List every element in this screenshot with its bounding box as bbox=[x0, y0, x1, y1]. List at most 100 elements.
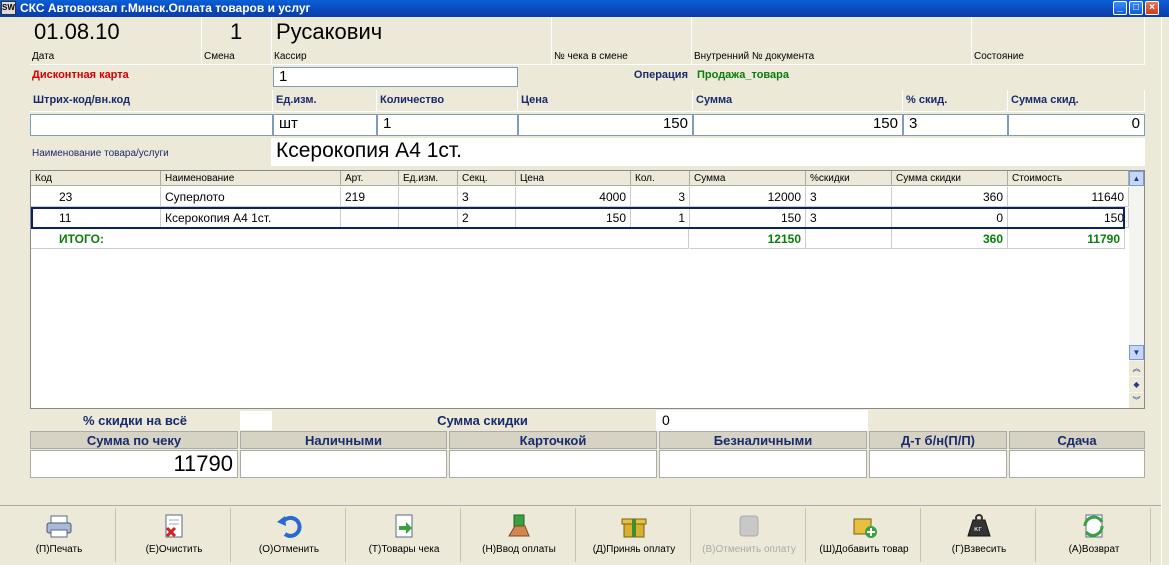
product-name-input[interactable]: Ксерокопия А4 1ст. bbox=[271, 138, 1145, 166]
toolbar-button-1[interactable]: (Е)Очистить bbox=[117, 508, 231, 562]
toolbar-button-6[interactable]: (В)Отменить оплату bbox=[692, 508, 806, 562]
grid-cell[interactable]: 360 bbox=[892, 187, 1008, 207]
grid-cell[interactable]: 3 bbox=[631, 187, 690, 207]
receipt-sum-value: 11790 bbox=[30, 450, 238, 478]
window-edge bbox=[1161, 17, 1169, 565]
dt-label: Д-т б/н(П/П) bbox=[869, 431, 1007, 449]
shift-label: Смена bbox=[204, 51, 235, 62]
grid-scrollbar[interactable]: ▲ ▼ ︽ ◆ ︾ bbox=[1129, 171, 1144, 408]
toolbar-button-label: (А)Возврат bbox=[1068, 544, 1120, 555]
grid-cell[interactable] bbox=[399, 208, 458, 228]
toolbar-button-8[interactable]: кг (Г)Взвесить bbox=[922, 508, 1036, 562]
toolbar-button-7[interactable]: (Ш)Добавить товар bbox=[807, 508, 921, 562]
title-bar[interactable]: SW СКС Автовокзал г.Минск.Оплата товаров… bbox=[0, 0, 1169, 17]
grid-header-5[interactable]: Цена bbox=[516, 171, 631, 186]
grid-cell[interactable]: 2 bbox=[458, 208, 516, 228]
toolbar-button-9[interactable]: (А)Возврат bbox=[1037, 508, 1151, 562]
discount-pct-input[interactable]: 3 bbox=[903, 114, 1008, 136]
scroll-down-icon[interactable]: ▼ bbox=[1129, 345, 1144, 360]
receipt-no-label: № чека в смене bbox=[554, 51, 628, 62]
last-record-icon[interactable]: ︾ bbox=[1129, 393, 1144, 408]
grid-cell[interactable]: 219 bbox=[341, 187, 399, 207]
date-cell: 01.08.10 Дата bbox=[30, 17, 202, 65]
shift-value: 1 bbox=[230, 19, 243, 44]
cashier-cell: Русакович Кассир bbox=[272, 17, 552, 65]
cashless-input[interactable] bbox=[659, 450, 867, 478]
discount-sum-input[interactable]: 0 bbox=[1008, 114, 1145, 136]
toolbar-button-2[interactable]: (О)Отменить bbox=[232, 508, 346, 562]
clear-document-icon bbox=[160, 512, 188, 540]
receipt-items-icon bbox=[390, 512, 418, 540]
current-record-icon[interactable]: ◆ bbox=[1129, 377, 1144, 392]
grid-cell[interactable]: 0 bbox=[892, 208, 1008, 228]
grid-header-1[interactable]: Наименование bbox=[161, 171, 341, 186]
total-empty-cell bbox=[806, 229, 892, 249]
grid-header-6[interactable]: Кол. bbox=[631, 171, 690, 186]
toolbar-button-label: (О)Отменить bbox=[258, 544, 320, 555]
grid-header-4[interactable]: Секц. bbox=[458, 171, 516, 186]
price-input[interactable]: 150 bbox=[518, 114, 693, 136]
sum-input[interactable]: 150 bbox=[693, 114, 903, 136]
internal-doc-label: Внутренний № документа bbox=[694, 51, 815, 62]
toolbar-button-0[interactable]: (П)Печать bbox=[2, 508, 116, 562]
grid-cell[interactable]: 3 bbox=[806, 208, 892, 228]
grid-cell[interactable]: 150 bbox=[516, 208, 631, 228]
grid-cell[interactable]: 23 bbox=[31, 187, 161, 207]
toolbar: (П)Печать (Е)Очистить (О)Отменить (Т)Товары… bbox=[0, 505, 1161, 565]
first-record-icon[interactable]: ︽ bbox=[1129, 361, 1144, 376]
svg-text:кг: кг bbox=[974, 525, 982, 533]
grid-cell[interactable]: 12000 bbox=[690, 187, 806, 207]
discount-sum-value[interactable]: 0 bbox=[656, 410, 868, 431]
toolbar-button-3[interactable]: (Т)Товары чека bbox=[347, 508, 461, 562]
grid-header-0[interactable]: Код bbox=[31, 171, 161, 186]
grid-cell[interactable]: 150 bbox=[1008, 208, 1129, 228]
grid-cell[interactable]: 4000 bbox=[516, 187, 631, 207]
grid-header-8[interactable]: %скидки bbox=[806, 171, 892, 186]
grid-cell[interactable]: Суперлото bbox=[161, 187, 341, 207]
toolbar-button-label: (Д)Приняь оплату bbox=[592, 544, 676, 555]
grid-header-7[interactable]: Сумма bbox=[690, 171, 806, 186]
toolbar-button-label: (В)Отменить оплату bbox=[702, 544, 796, 555]
toolbar-button-4[interactable]: (Н)Ввод оплаты bbox=[462, 508, 576, 562]
quantity-input[interactable]: 1 bbox=[377, 114, 518, 136]
cashier-label: Кассир bbox=[274, 51, 307, 62]
discount-all-input[interactable] bbox=[240, 411, 272, 430]
discount-card-label: Дисконтная карта bbox=[32, 69, 129, 81]
barcode-input[interactable] bbox=[30, 114, 273, 136]
dt-input[interactable] bbox=[869, 450, 1007, 478]
scroll-up-icon[interactable]: ▲ bbox=[1129, 171, 1144, 186]
receipt-no-cell: № чека в смене bbox=[552, 17, 692, 65]
maximize-icon[interactable]: □ bbox=[1129, 1, 1143, 15]
grid-cell[interactable]: 1 bbox=[631, 208, 690, 228]
price-header: Цена bbox=[518, 90, 693, 112]
toolbar-button-5[interactable]: (Д)Приняь оплату bbox=[577, 508, 691, 562]
discount-card-input[interactable]: 1 bbox=[273, 67, 518, 87]
receipt-items-grid[interactable]: Код Наименование Арт. Ед.изм. Секц. Цена Кол. С… bbox=[30, 170, 1145, 409]
gift-box-icon bbox=[620, 512, 648, 540]
close-icon[interactable]: × bbox=[1145, 1, 1159, 15]
card-input[interactable] bbox=[449, 450, 657, 478]
quantity-header: Количество bbox=[377, 90, 518, 112]
grid-header-3[interactable]: Ед.изм. bbox=[399, 171, 458, 186]
date-value: 01.08.10 bbox=[34, 19, 120, 44]
return-icon bbox=[1080, 512, 1108, 540]
grid-cell[interactable] bbox=[341, 208, 399, 228]
date-label: Дата bbox=[32, 51, 55, 62]
cash-input[interactable] bbox=[240, 450, 447, 478]
toolbar-button-label: (П)Печать bbox=[35, 544, 83, 555]
grid-header-9[interactable]: Сумма скидки bbox=[892, 171, 1008, 186]
grid-header-2[interactable]: Арт. bbox=[341, 171, 399, 186]
grid-cell[interactable] bbox=[399, 187, 458, 207]
grid-cell[interactable]: 11 bbox=[31, 208, 161, 228]
grid-cell[interactable]: 3 bbox=[806, 187, 892, 207]
unit-input[interactable]: шт bbox=[273, 114, 377, 136]
grid-header-10[interactable]: Стоимость bbox=[1008, 171, 1129, 186]
grid-cell[interactable]: Ксерокопия А4 1ст. bbox=[161, 208, 341, 228]
internal-doc-cell: Внутренний № документа bbox=[692, 17, 972, 65]
toolbar-button-label: (Е)Очистить bbox=[145, 544, 203, 555]
grid-cell[interactable]: 150 bbox=[690, 208, 806, 228]
grid-cell[interactable]: 3 bbox=[458, 187, 516, 207]
minimize-icon[interactable]: _ bbox=[1113, 1, 1127, 15]
grid-cell[interactable]: 11640 bbox=[1008, 187, 1129, 207]
printer-icon bbox=[45, 512, 73, 540]
